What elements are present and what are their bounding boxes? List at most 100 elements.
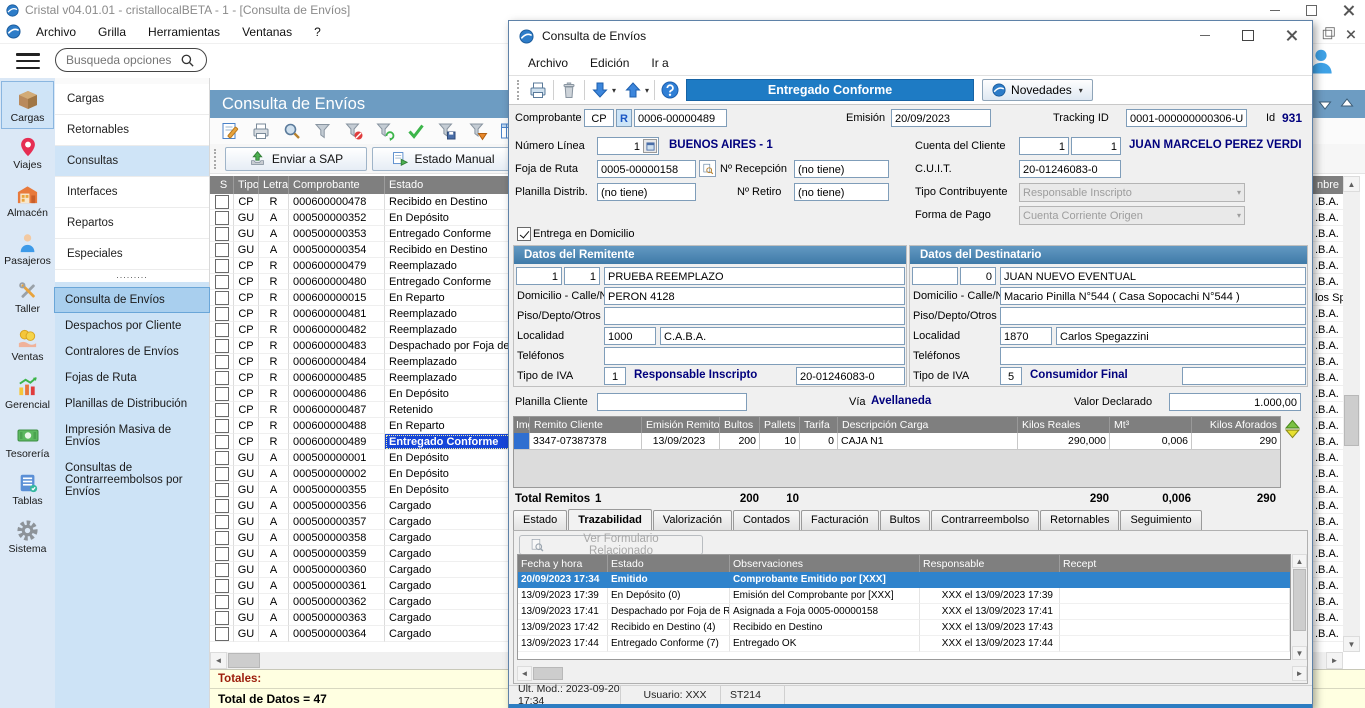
- remitente-cuit-field[interactable]: 20-01246083-0: [796, 367, 905, 385]
- col-header-tarifa[interactable]: Tarifa: [800, 417, 838, 433]
- filter-icon[interactable]: [313, 121, 333, 141]
- remitente-iva-cod-field[interactable]: 1: [604, 367, 626, 385]
- rail-item-tesoreria[interactable]: Tesorería: [2, 418, 53, 464]
- row-checkbox[interactable]: [215, 387, 229, 401]
- scrollbar-left-icon[interactable]: ◄: [517, 666, 532, 681]
- tab[interactable]: Valorización: [653, 510, 732, 530]
- trazabilidad-row[interactable]: 13/09/2023 17:42 Recibido en Destino (4)…: [518, 620, 1290, 636]
- scroll-up-icon[interactable]: [1340, 98, 1354, 110]
- filter-refresh-icon[interactable]: [375, 121, 395, 141]
- scrollbar-thumb[interactable]: [533, 667, 563, 680]
- col-header-nombre-localidad[interactable]: nbre Lo: [1313, 176, 1343, 194]
- remitente-telefonos-field[interactable]: [604, 347, 905, 365]
- side-menu-group[interactable]: Cargas: [55, 84, 209, 115]
- row-checkbox[interactable]: [215, 579, 229, 593]
- filter-clear-icon[interactable]: [344, 121, 364, 141]
- dialog-minimize-icon[interactable]: [1200, 35, 1210, 36]
- scrollbar-up-icon[interactable]: ▲: [1343, 176, 1360, 192]
- scrollbar-down-icon[interactable]: ▼: [1343, 636, 1360, 652]
- menu-item[interactable]: Ventanas: [231, 21, 303, 43]
- navigate-down-caret-icon[interactable]: ▾: [612, 86, 616, 95]
- col-header-kilos-reales[interactable]: Kilos Reales: [1018, 417, 1110, 433]
- row-checkbox[interactable]: [215, 467, 229, 481]
- search-input[interactable]: [64, 52, 180, 68]
- mdi-restore-icon[interactable]: [1323, 29, 1332, 38]
- row-checkbox[interactable]: [215, 323, 229, 337]
- filter-save-icon[interactable]: [437, 121, 457, 141]
- row-checkbox[interactable]: [215, 435, 229, 449]
- side-menu-group[interactable]: Consultas: [55, 146, 209, 177]
- col-header-remito[interactable]: Remito Cliente: [530, 417, 642, 433]
- destinatario-localidad-field[interactable]: Carlos Spegazzini: [1056, 327, 1306, 345]
- row-checkbox[interactable]: [215, 243, 229, 257]
- delete-icon[interactable]: [559, 80, 579, 100]
- search-icon[interactable]: [180, 53, 195, 68]
- entrega-domicilio-checkbox[interactable]: [517, 227, 531, 241]
- col-header-tipo[interactable]: Tipo: [234, 176, 259, 194]
- destinatario-nombre-field[interactable]: JUAN NUEVO EVENTUAL: [1000, 267, 1306, 285]
- side-menu-item[interactable]: Consulta de Envíos: [55, 288, 209, 312]
- tracking-field[interactable]: 0001-000000000306-U: [1126, 109, 1247, 127]
- destinatario-cuit-field[interactable]: [1182, 367, 1306, 385]
- col-header-comprobante[interactable]: Comprobante: [289, 176, 385, 194]
- foja-field[interactable]: 0005-00000158: [597, 160, 696, 178]
- minimize-icon[interactable]: [1270, 10, 1280, 11]
- side-menu-group[interactable]: Especiales: [55, 239, 209, 270]
- col-header-kilos-aforados[interactable]: Kilos Aforados: [1192, 417, 1280, 433]
- planilla-distrib-field[interactable]: (no tiene): [597, 183, 696, 201]
- cuenta-sucursal-field[interactable]: 1: [1019, 137, 1069, 155]
- menu-item[interactable]: ?: [303, 21, 332, 43]
- estado-manual-button[interactable]: Estado Manual: [372, 147, 514, 171]
- row-checkbox[interactable]: [215, 483, 229, 497]
- destinatario-cod1-field[interactable]: [912, 267, 958, 285]
- rail-item-tablas[interactable]: Tablas: [2, 466, 53, 512]
- col-header-receptor[interactable]: Recept: [1060, 555, 1290, 572]
- rail-item-almacen[interactable]: Almacén: [2, 178, 53, 224]
- recepcion-field[interactable]: (no tiene): [794, 160, 889, 178]
- side-menu-group[interactable]: Retornables: [55, 115, 209, 146]
- dialog-menu-item[interactable]: Edición: [579, 52, 640, 74]
- row-checkbox[interactable]: [215, 547, 229, 561]
- planilla-cliente-field[interactable]: [597, 393, 747, 411]
- scrollbar-left-icon[interactable]: ◄: [210, 652, 227, 669]
- side-menu-item[interactable]: Contralores de Envíos: [55, 340, 209, 364]
- print-icon[interactable]: [528, 80, 548, 100]
- ver-formulario-button[interactable]: Ver Formulario Relacionado: [519, 535, 703, 555]
- restore-icon[interactable]: [1306, 5, 1317, 16]
- scrollbar-right-icon[interactable]: ►: [1292, 666, 1307, 681]
- row-checkbox[interactable]: [215, 195, 229, 209]
- rail-item-sistema[interactable]: Sistema: [2, 514, 53, 560]
- remitente-piso-field[interactable]: [604, 307, 905, 325]
- tab[interactable]: Contados: [733, 510, 800, 530]
- row-checkbox[interactable]: [215, 211, 229, 225]
- row-checkbox[interactable]: [215, 403, 229, 417]
- row-checkbox[interactable]: [215, 259, 229, 273]
- col-header-descripcion[interactable]: Descripción Carga: [838, 417, 1018, 433]
- row-checkbox[interactable]: [215, 355, 229, 369]
- trazabilidad-vscrollbar[interactable]: ▲ ▼: [1292, 554, 1307, 660]
- destinatario-piso-field[interactable]: [1000, 307, 1306, 325]
- remitente-cp-field[interactable]: 1000: [604, 327, 656, 345]
- menu-item[interactable]: Archivo: [25, 21, 87, 43]
- col-header-emision-remito[interactable]: Emisión Remito: [642, 417, 720, 433]
- tab[interactable]: Retornables: [1040, 510, 1119, 530]
- row-checkbox[interactable]: [215, 371, 229, 385]
- destinatario-iva-cod-field[interactable]: 5: [1000, 367, 1022, 385]
- side-menu-item[interactable]: Impresión Masiva de Envíos: [55, 418, 209, 454]
- comprobante-numero-field[interactable]: 0006-00000489: [634, 109, 727, 127]
- edit-icon[interactable]: [220, 121, 240, 141]
- foja-search-icon[interactable]: [699, 160, 716, 177]
- remitente-domicilio-field[interactable]: PERON 4128: [604, 287, 905, 305]
- col-header-responsable[interactable]: Responsable: [920, 555, 1060, 572]
- scrollbar-right-icon[interactable]: ►: [1326, 652, 1343, 669]
- row-checkbox[interactable]: [215, 595, 229, 609]
- scroll-down-icon[interactable]: [1318, 98, 1332, 110]
- vertical-scrollbar[interactable]: ▲ ▼: [1343, 176, 1360, 652]
- tab[interactable]: Seguimiento: [1120, 510, 1201, 530]
- forma-pago-select[interactable]: Cuenta Corriente Origen▾: [1019, 206, 1245, 225]
- row-checkbox[interactable]: [215, 419, 229, 433]
- menu-item[interactable]: Grilla: [87, 21, 137, 43]
- col-header-estado[interactable]: Estado: [608, 555, 730, 572]
- row-checkbox[interactable]: [215, 227, 229, 241]
- col-header-observaciones[interactable]: Observaciones: [730, 555, 920, 572]
